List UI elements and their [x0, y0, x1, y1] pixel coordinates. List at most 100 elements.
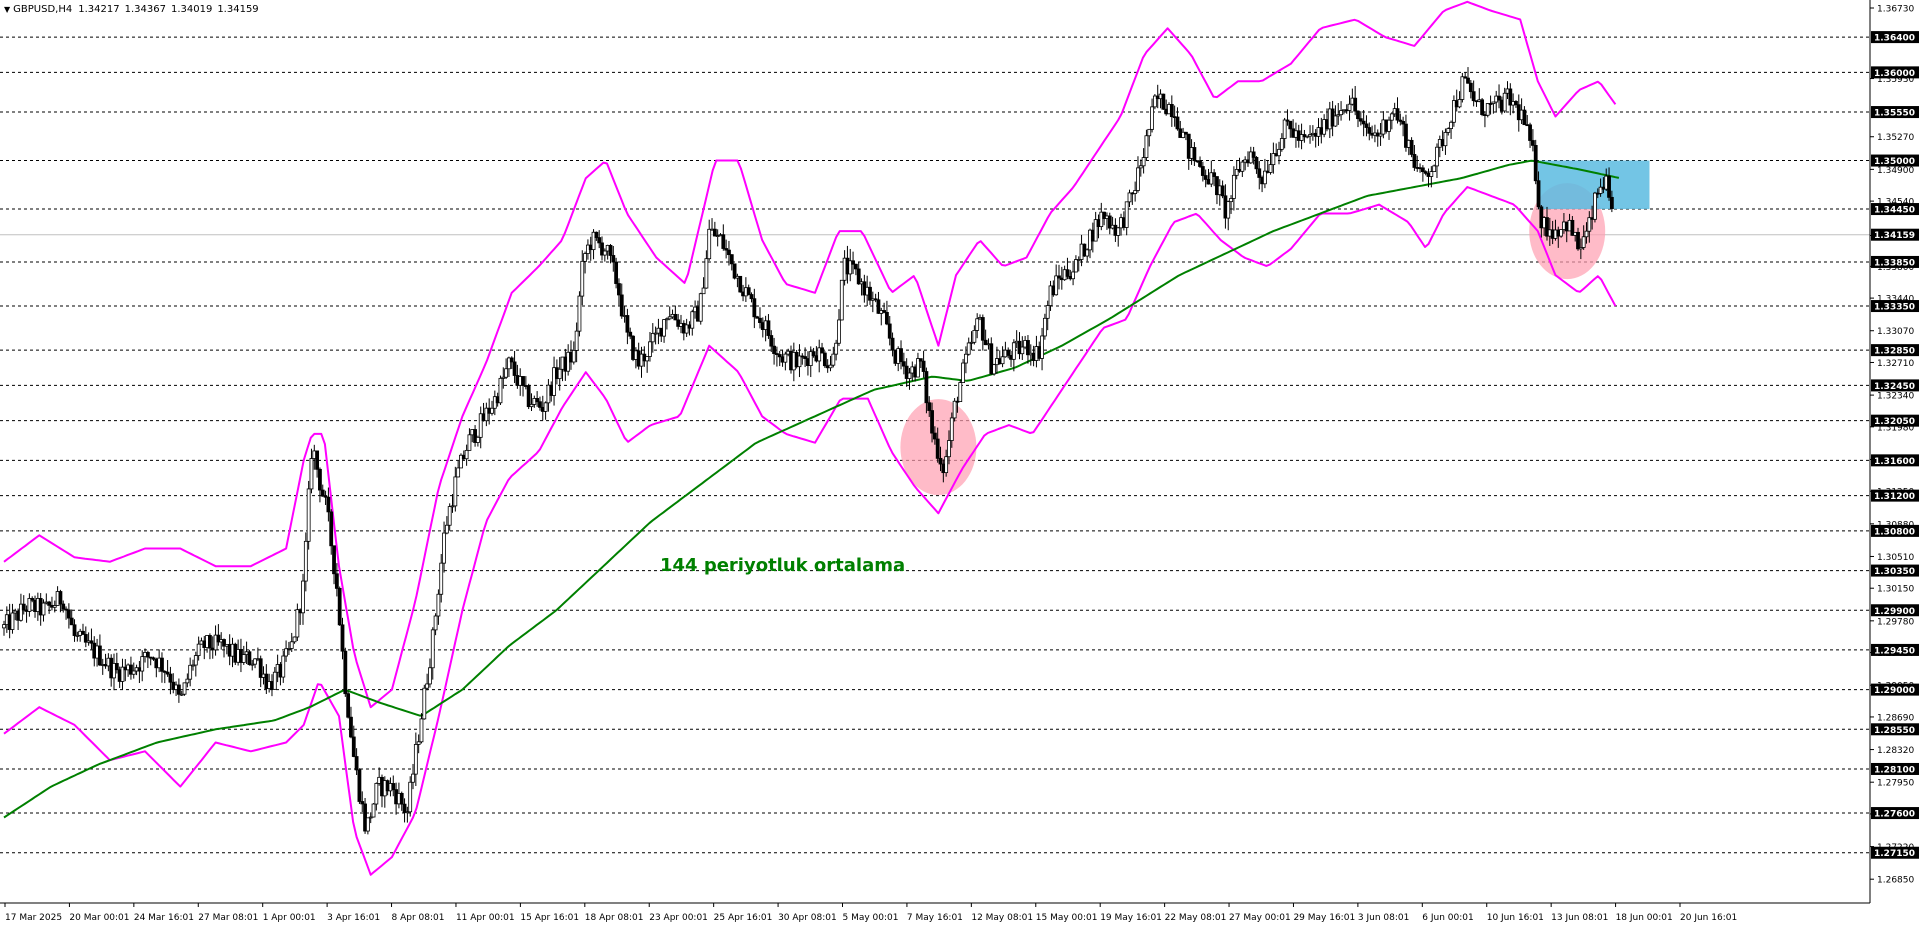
candle-body — [930, 410, 934, 434]
candle-body — [707, 228, 712, 260]
candle-body — [1220, 185, 1225, 197]
level-tag-label: 1.27150 — [1874, 849, 1915, 859]
candle-body — [326, 496, 331, 513]
candle-body — [467, 434, 472, 451]
y-tick-label: 1.32710 — [1877, 359, 1914, 369]
candle-body — [1409, 139, 1414, 155]
candle-body — [337, 587, 342, 626]
candle-body — [334, 573, 339, 589]
candle-body — [1254, 156, 1259, 170]
candle-body — [727, 249, 731, 256]
y-tick-label: 1.35270 — [1877, 133, 1914, 143]
candle-body — [1333, 115, 1338, 127]
x-tick-label: 18 Apr 08:01 — [585, 913, 644, 923]
candle — [357, 768, 362, 804]
candle-body — [61, 603, 66, 610]
candle-body — [783, 353, 788, 363]
candle-body — [1530, 140, 1535, 146]
candle-body — [571, 349, 576, 363]
candle-body — [617, 283, 621, 296]
candle-body — [98, 645, 102, 666]
candle-body — [614, 261, 619, 284]
candle — [992, 363, 997, 376]
level-tag-label: 1.29450 — [1874, 646, 1915, 656]
candle-body — [580, 260, 585, 297]
candle-body — [964, 353, 968, 364]
candle-body — [272, 671, 277, 690]
candle-body — [1169, 104, 1174, 118]
candle-body — [1609, 196, 1614, 209]
candle-body — [608, 244, 613, 256]
candle-body — [349, 716, 353, 738]
candle-body — [1203, 175, 1208, 180]
candle-body — [758, 317, 762, 324]
candle-body — [47, 601, 52, 606]
candle-body — [509, 357, 514, 363]
candle-body — [690, 311, 695, 329]
candle-body — [1460, 76, 1465, 100]
candle-body — [1263, 170, 1267, 185]
candle-body — [1387, 119, 1391, 132]
level-tag-label: 1.29000 — [1874, 686, 1915, 696]
candle-body — [1175, 116, 1180, 130]
candle-body — [822, 352, 827, 367]
candle — [498, 375, 503, 406]
chart-header: ▼ GBPUSD,H4 1.34217 1.34367 1.34019 1.34159 — [4, 4, 264, 15]
candle-body — [196, 643, 201, 656]
candle-body — [292, 636, 297, 643]
candle-body — [949, 417, 954, 441]
candle-body — [645, 356, 650, 362]
candle-body — [947, 440, 951, 458]
ohlc-values: 1.34217 1.34367 1.34019 1.34159 — [78, 4, 263, 15]
candle-body — [521, 376, 525, 386]
candle-body — [1471, 91, 1476, 102]
candle-body — [1147, 128, 1152, 137]
chart-window[interactable]: ▼ GBPUSD,H4 1.34217 1.34367 1.34019 1.34159 1… — [0, 0, 1920, 927]
candle-body — [952, 400, 957, 419]
candle-body — [329, 511, 334, 547]
candle — [337, 586, 342, 626]
price-chart[interactable]: 144 periyotluk ortalama 1.367301.359301.… — [0, 0, 1920, 927]
candle-body — [1412, 154, 1417, 168]
candle-body — [1559, 229, 1563, 237]
candle-body — [820, 347, 824, 354]
candle-body — [535, 398, 540, 403]
candle-body — [1449, 121, 1453, 129]
candle — [182, 682, 187, 696]
candle-body — [343, 650, 348, 695]
candle-body — [890, 337, 895, 351]
candle-body — [442, 532, 446, 564]
candle-body — [1367, 127, 1372, 134]
candle-body — [899, 348, 903, 363]
collapse-triangle-icon[interactable]: ▼ — [4, 5, 10, 14]
x-tick-label: 22 May 08:01 — [1165, 913, 1227, 923]
candle-body — [1514, 101, 1518, 106]
candle-body — [357, 769, 362, 802]
candle-body — [577, 295, 582, 332]
candle-body — [346, 693, 351, 718]
candle-body — [306, 488, 311, 542]
candle-body — [1502, 92, 1507, 112]
candle-body — [853, 263, 858, 270]
candle — [1161, 93, 1166, 110]
candle-body — [574, 330, 579, 351]
candle — [839, 279, 844, 321]
candle-body — [1026, 340, 1030, 356]
level-tag-label: 1.35550 — [1874, 109, 1915, 119]
candle-body — [1533, 145, 1538, 182]
y-tick-label: 1.28320 — [1877, 746, 1914, 756]
x-tick-label: 3 Jun 08:01 — [1358, 913, 1409, 923]
candle — [346, 691, 351, 719]
level-tag-label: 1.32450 — [1874, 382, 1915, 392]
y-tick-label: 1.29780 — [1877, 617, 1914, 627]
candle-body — [10, 612, 15, 630]
y-tick-label: 1.30510 — [1877, 553, 1914, 563]
candle-body — [1116, 227, 1121, 236]
candle-body — [1251, 151, 1256, 158]
x-tick-label: 7 May 16:01 — [907, 913, 963, 923]
x-tick-label: 27 Mar 08:01 — [198, 913, 258, 923]
candle-body — [1200, 166, 1205, 176]
candle-body — [1457, 99, 1462, 108]
level-tag-label: 1.34450 — [1874, 206, 1915, 216]
x-tick-label: 25 Apr 16:01 — [714, 913, 773, 923]
